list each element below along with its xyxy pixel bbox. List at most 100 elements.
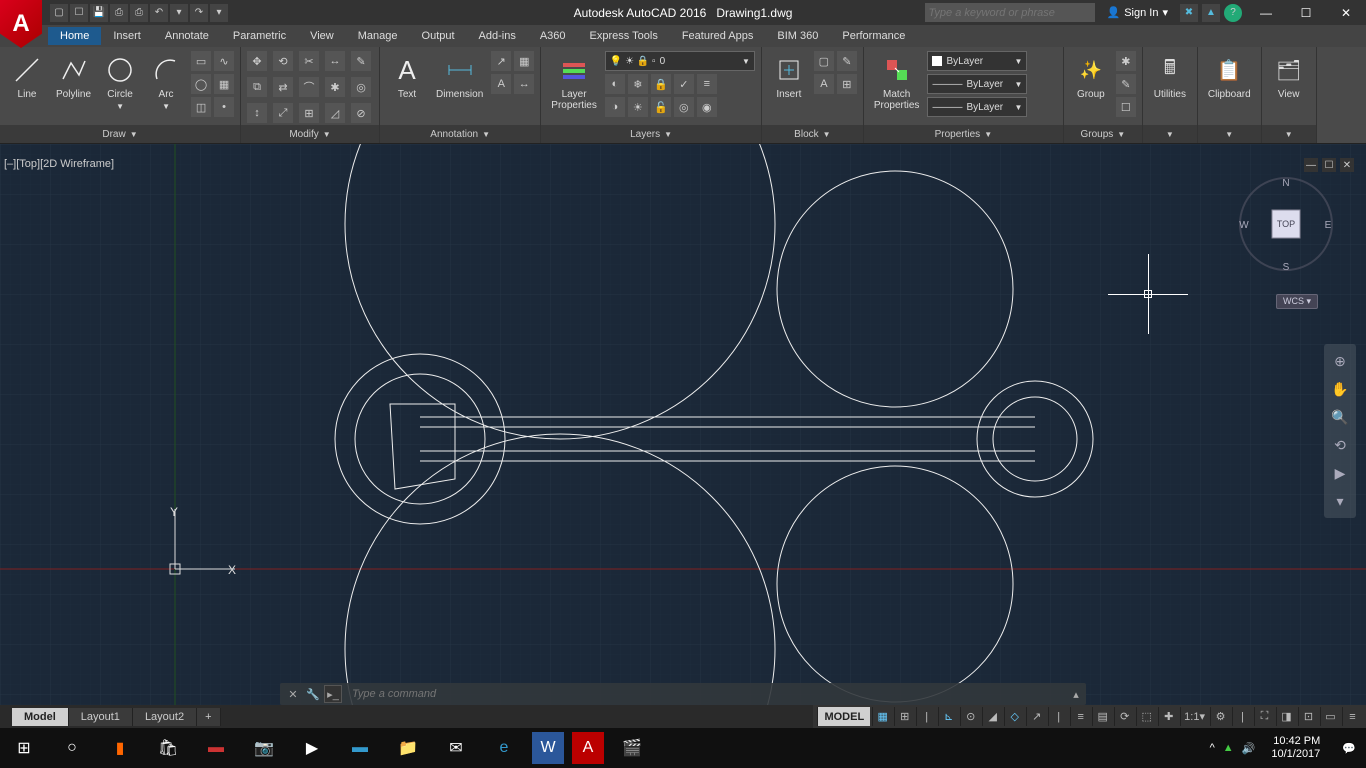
edit-block-icon[interactable]: ✎ — [837, 51, 857, 71]
minimize-button[interactable]: — — [1246, 0, 1286, 25]
tray-app-icon[interactable]: ▲ — [1223, 742, 1234, 754]
edge-icon[interactable]: e — [480, 728, 528, 768]
polyline-button[interactable]: Polyline — [52, 51, 95, 102]
layuniso-icon[interactable]: ◉ — [697, 97, 717, 117]
insert-block-button[interactable]: Insert — [768, 51, 810, 102]
layer-properties-button[interactable]: Layer Properties — [547, 51, 601, 113]
full-nav-icon[interactable]: ⊕ — [1326, 348, 1354, 374]
status-model[interactable]: MODEL — [817, 707, 870, 726]
status-gear-icon[interactable]: ⚙ — [1210, 707, 1230, 726]
task-app3-icon[interactable]: ▬ — [336, 728, 384, 768]
cmd-history-icon[interactable]: ▴ — [1066, 688, 1086, 701]
nav-more-icon[interactable]: ▾ — [1326, 488, 1354, 514]
panel-annot-title[interactable]: Annotation▼ — [380, 125, 540, 143]
tab-layout1[interactable]: Layout1 — [69, 708, 133, 726]
status-polar-icon[interactable]: ⊙ — [960, 707, 980, 726]
qat-save-icon[interactable]: 💾 — [90, 4, 108, 22]
array-icon[interactable]: ⊞ — [299, 103, 319, 123]
orbit-icon[interactable]: ⟲ — [1326, 432, 1354, 458]
start-button[interactable]: ⊞ — [0, 728, 48, 768]
drawing-canvas[interactable]: [–][Top][2D Wireframe] — ☐ ✕ Y X — [0, 144, 1366, 705]
ellipse-icon[interactable]: ◯ — [191, 74, 211, 94]
qat-undo-drop-icon[interactable]: ▾ — [170, 4, 188, 22]
task-app2-icon[interactable]: ▬ — [192, 728, 240, 768]
status-cycle-icon[interactable]: ⟳ — [1114, 707, 1134, 726]
match-props-button[interactable]: Match Properties — [870, 51, 924, 113]
qat-redo-drop-icon[interactable]: ▾ — [210, 4, 228, 22]
status-dyn-icon[interactable]: ✚ — [1158, 707, 1178, 726]
cmd-close-icon[interactable]: ✕ — [284, 685, 302, 703]
status-snap-icon[interactable]: ⊞ — [894, 707, 914, 726]
block-mgr-icon[interactable]: ⊞ — [837, 74, 857, 94]
status-grid-icon[interactable]: ▦ — [872, 707, 892, 726]
text-button[interactable]: AText — [386, 51, 428, 102]
erase-icon[interactable]: ✎ — [351, 51, 371, 71]
laymch-icon[interactable]: ≡ — [697, 74, 717, 94]
status-scale[interactable]: 1:1 ▾ — [1180, 707, 1208, 726]
tab-model[interactable]: Model — [12, 708, 69, 726]
tab-featured[interactable]: Featured Apps — [670, 27, 766, 45]
copy-icon[interactable]: ⧉ — [247, 77, 267, 97]
group-sel-icon[interactable]: ☐ — [1116, 97, 1136, 117]
tab-insert[interactable]: Insert — [101, 27, 153, 45]
layon-icon[interactable]: ◑ — [605, 97, 625, 117]
dim-icon[interactable]: ↔ — [514, 74, 534, 94]
zoom-icon[interactable]: 🔍 — [1326, 404, 1354, 430]
qat-undo-icon[interactable]: ↶ — [150, 4, 168, 22]
extend-icon[interactable]: ↔ — [325, 51, 345, 71]
tab-performance[interactable]: Performance — [830, 27, 917, 45]
status-lwt-icon[interactable]: ≡ — [1070, 707, 1090, 726]
stretch-icon[interactable]: ↕ — [247, 103, 267, 123]
explode-icon[interactable]: ✱ — [325, 77, 345, 97]
panel-clip-title[interactable]: ▼ — [1198, 125, 1261, 143]
panel-layers-title[interactable]: Layers▼ — [541, 125, 761, 143]
region-icon[interactable]: ◫ — [191, 97, 211, 117]
utilities-button[interactable]: 🖩Utilities — [1149, 51, 1191, 102]
store-icon[interactable]: 🛍 — [144, 728, 192, 768]
tab-view[interactable]: View — [298, 27, 346, 45]
qat-open-icon[interactable]: ☐ — [70, 4, 88, 22]
view-button[interactable]: 🗂View — [1268, 51, 1310, 102]
panel-props-title[interactable]: Properties▼ — [864, 125, 1063, 143]
dimension-button[interactable]: Dimension — [432, 51, 487, 102]
autocad-task-icon[interactable]: A — [572, 732, 604, 764]
group-edit-icon[interactable]: ✎ — [1116, 74, 1136, 94]
trim-icon[interactable]: ✂ — [299, 51, 319, 71]
viewcube[interactable]: TOP N S E W — [1236, 174, 1336, 274]
tab-bim360[interactable]: BIM 360 — [765, 27, 830, 45]
chamfer-icon[interactable]: ◿ — [325, 103, 345, 123]
mail-icon[interactable]: ✉ — [432, 728, 480, 768]
move-icon[interactable]: ✥ — [247, 51, 267, 71]
tab-add[interactable]: + — [197, 708, 220, 726]
status-otrack-icon[interactable]: ↗ — [1026, 707, 1046, 726]
status-ortho-icon[interactable]: ⊾ — [938, 707, 958, 726]
ungroup-icon[interactable]: ✱ — [1116, 51, 1136, 71]
close-button[interactable]: ✕ — [1326, 0, 1366, 25]
cortana-icon[interactable]: ○ — [48, 728, 96, 768]
color-dropdown[interactable]: ByLayer▼ — [927, 51, 1027, 71]
layfrz-icon[interactable]: ❄ — [628, 74, 648, 94]
qat-saveas-icon[interactable]: ⎙ — [110, 4, 128, 22]
lineweight-dropdown[interactable]: ——— ByLayer▼ — [927, 74, 1027, 94]
status-custom-icon[interactable]: ≡ — [1342, 707, 1362, 726]
tab-express[interactable]: Express Tools — [578, 27, 670, 45]
status-max-icon[interactable]: ⛶ — [1254, 707, 1274, 726]
command-input[interactable] — [346, 688, 1066, 700]
vp-min-icon[interactable]: — — [1304, 158, 1318, 172]
create-block-icon[interactable]: ▢ — [814, 51, 834, 71]
tab-output[interactable]: Output — [410, 27, 467, 45]
wcs-badge[interactable]: WCS ▾ — [1276, 294, 1318, 309]
qat-redo-icon[interactable]: ↷ — [190, 4, 208, 22]
movies-icon[interactable]: ▶ — [288, 728, 336, 768]
scale-icon[interactable]: ⤢ — [273, 103, 293, 123]
explorer-icon[interactable]: 📁 — [384, 728, 432, 768]
leader-icon[interactable]: ↗ — [491, 51, 511, 71]
clipboard-button[interactable]: 📋Clipboard — [1204, 51, 1255, 102]
tab-layout2[interactable]: Layout2 — [133, 708, 197, 726]
offset-icon[interactable]: ◎ — [351, 77, 371, 97]
notifications-icon[interactable]: 💬 — [1336, 742, 1362, 755]
linetype-dropdown[interactable]: ——— ByLayer▼ — [927, 97, 1027, 117]
hatch-icon[interactable]: ▦ — [214, 74, 234, 94]
cmd-wrench-icon[interactable]: 🔧 — [304, 685, 322, 703]
qat-plot-icon[interactable]: ⎙ — [130, 4, 148, 22]
